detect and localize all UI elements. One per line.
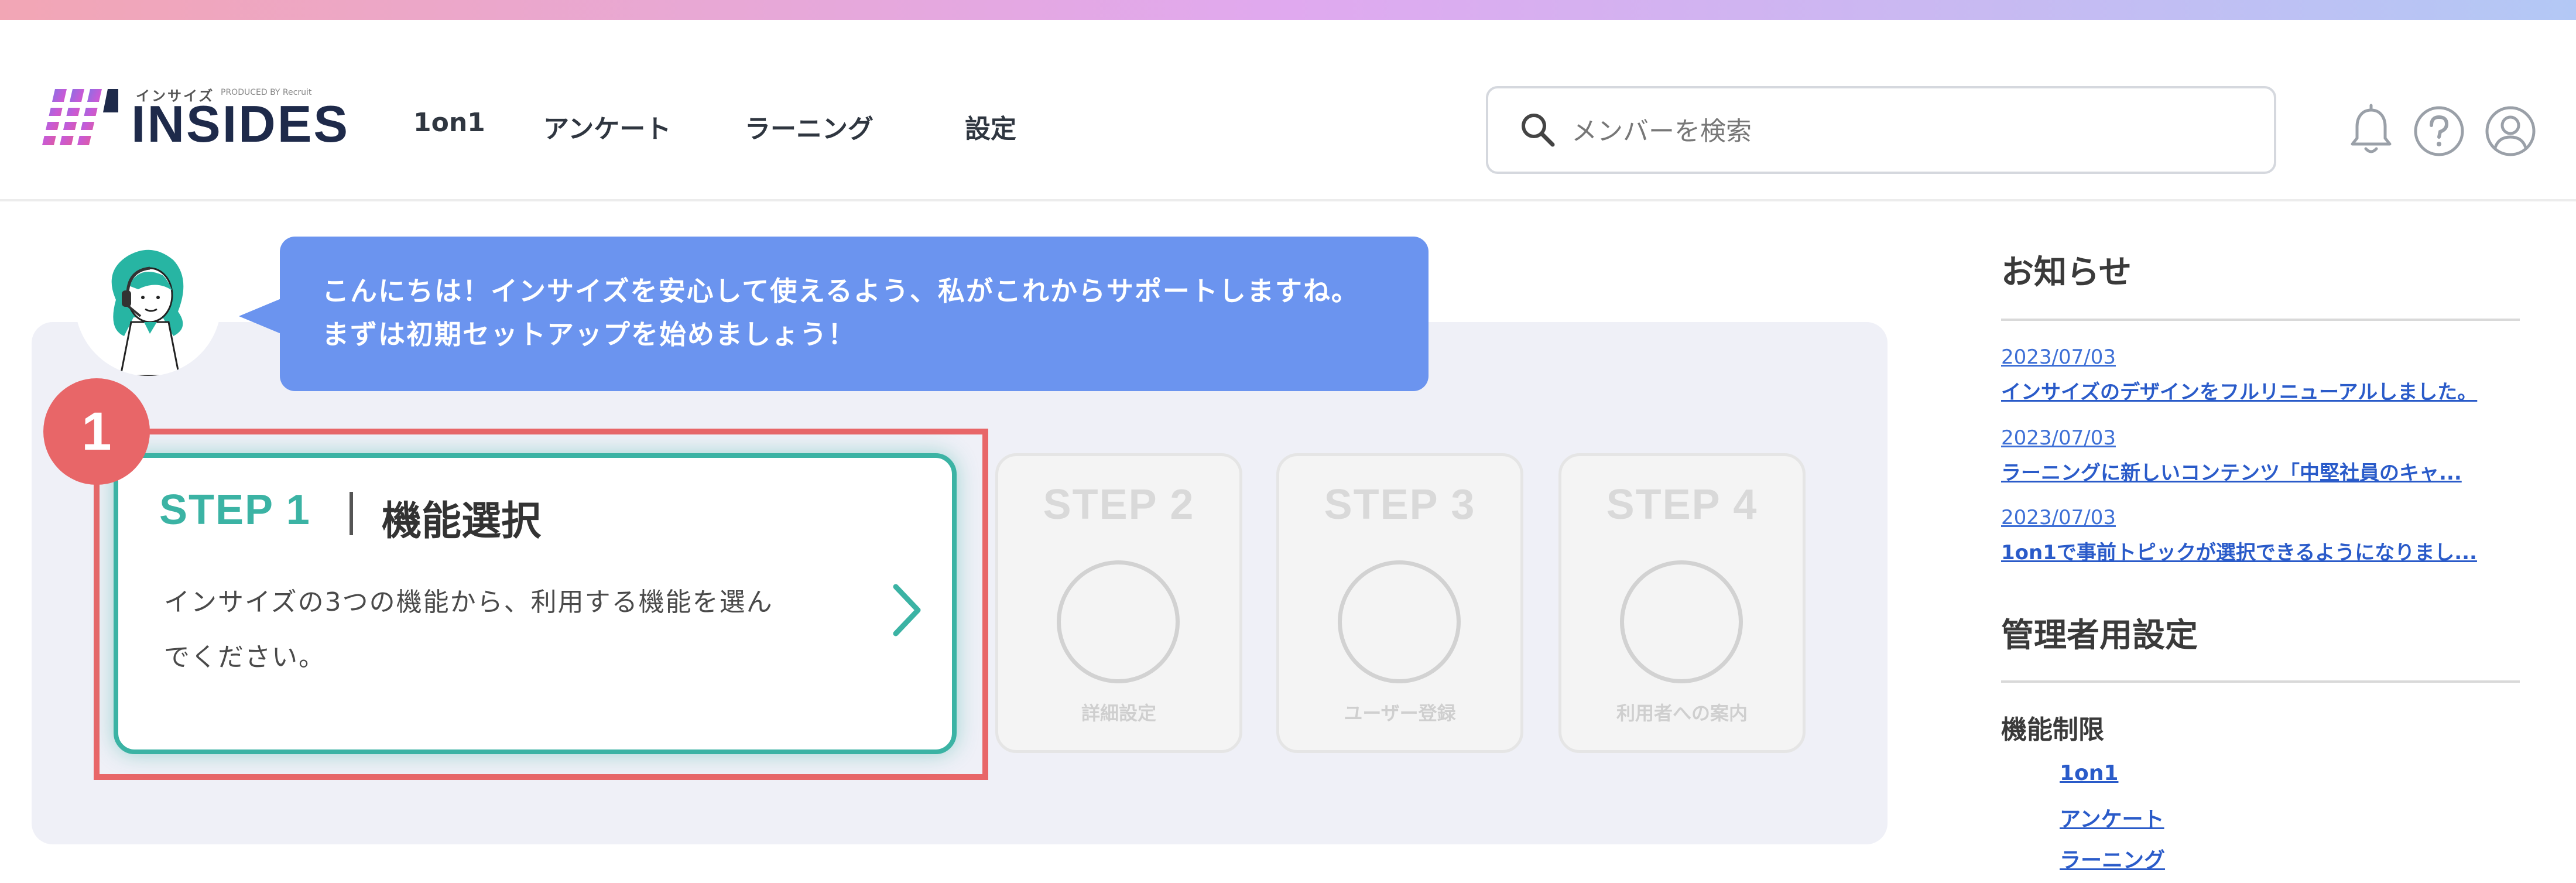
nav-learning[interactable]: ラーニング (745, 108, 873, 145)
news-link[interactable]: インサイズのデザインをフルリニューアルしました。 (2001, 376, 2516, 405)
admin-settings-heading: 管理者用設定 (2001, 617, 2198, 655)
nav-settings[interactable]: 設定 (965, 108, 1016, 145)
step-3-card: STEP 3 ユーザー登録 (1276, 453, 1523, 753)
help-icon[interactable] (2410, 102, 2468, 160)
news-date[interactable]: 2023/07/03 (2001, 506, 2116, 529)
news-link[interactable]: ラーニングに新しいコンテンツ「中堅社員のキャ... (2001, 457, 2516, 485)
support-operator-icon (111, 249, 184, 376)
bubble-line-1: こんにちは！インサイズを安心して使えるよう、私がこれからサポートしますね。 (322, 275, 1359, 307)
restriction-link-learning[interactable]: ラーニング (2060, 843, 2165, 874)
title-separator (350, 492, 353, 535)
search-input[interactable] (1570, 109, 2246, 154)
step-4-card: STEP 4 利用者への案内 (1558, 453, 1806, 753)
step-3-label: ユーザー登録 (1344, 702, 1456, 724)
step-2-card: STEP 2 詳細設定 (995, 453, 1242, 753)
logo[interactable]: インサイズ PRODUCED BY Recruit INSIDES (42, 66, 348, 159)
chevron-right-icon[interactable] (889, 581, 924, 639)
user-icon[interactable] (2481, 102, 2540, 160)
speech-bubble-text: こんにちは！インサイズを安心して使えるよう、私がこれからサポートしますね。 まず… (322, 269, 1405, 356)
logo-text: INSIDES (131, 95, 350, 153)
step-1-name: 機能選択 (382, 498, 542, 545)
top-gradient-bar (0, 0, 2576, 20)
news-date[interactable]: 2023/07/03 (2001, 345, 2116, 369)
restriction-link-survey[interactable]: アンケート (2060, 802, 2164, 833)
step-3-title: STEP 3 (1324, 481, 1476, 528)
step-number-badge: 1 (43, 378, 150, 485)
speech-bubble: こんにちは！インサイズを安心して使えるよう、私がこれからサポートしますね。 まず… (280, 237, 1429, 391)
admin-divider (2001, 680, 2520, 683)
step-1-description: インサイズの3つの機能から、利用する機能を選ん でください。 (164, 575, 849, 685)
step-2-title: STEP 2 (1043, 481, 1195, 528)
bubble-line-2: まずは初期セットアップを始めましょう！ (322, 319, 856, 350)
search-icon (1522, 114, 1555, 147)
header: インサイズ PRODUCED BY Recruit INSIDES 1on1 ア… (0, 20, 2576, 201)
news-link[interactable]: 1on1で事前トピックが選択できるようになりまし... (2001, 536, 2516, 565)
bell-icon[interactable] (2342, 102, 2400, 160)
logo-mark-icon (42, 89, 118, 145)
nav-survey[interactable]: アンケート (543, 108, 671, 145)
speech-bubble-tail (239, 299, 281, 334)
step-2-label: 詳細設定 (1081, 702, 1156, 724)
news-divider (2001, 319, 2520, 321)
step-4-title: STEP 4 (1606, 481, 1758, 528)
step-1-card[interactable]: STEP 1 機能選択 インサイズの3つの機能から、利用する機能を選ん でくださ… (114, 453, 957, 754)
member-search[interactable] (1486, 86, 2276, 174)
news-heading: お知らせ (2001, 254, 2132, 292)
guide-avatar (75, 230, 221, 376)
step-1-desc-line-2: でください。 (164, 642, 326, 672)
restriction-link-1on1[interactable]: 1on1 (2060, 761, 2118, 785)
step-4-label: 利用者への案内 (1616, 702, 1748, 724)
step-2-circle (1057, 560, 1180, 683)
step-3-circle (1338, 560, 1461, 683)
step-1-desc-line-1: インサイズの3つの機能から、利用する機能を選ん (164, 587, 773, 617)
news-date[interactable]: 2023/07/03 (2001, 426, 2116, 450)
feature-restriction-heading: 機能制限 (2001, 715, 2104, 745)
nav-1on1[interactable]: 1on1 (413, 108, 485, 138)
step-4-circle (1620, 560, 1743, 683)
step-1-title: STEP 1 (159, 487, 311, 533)
